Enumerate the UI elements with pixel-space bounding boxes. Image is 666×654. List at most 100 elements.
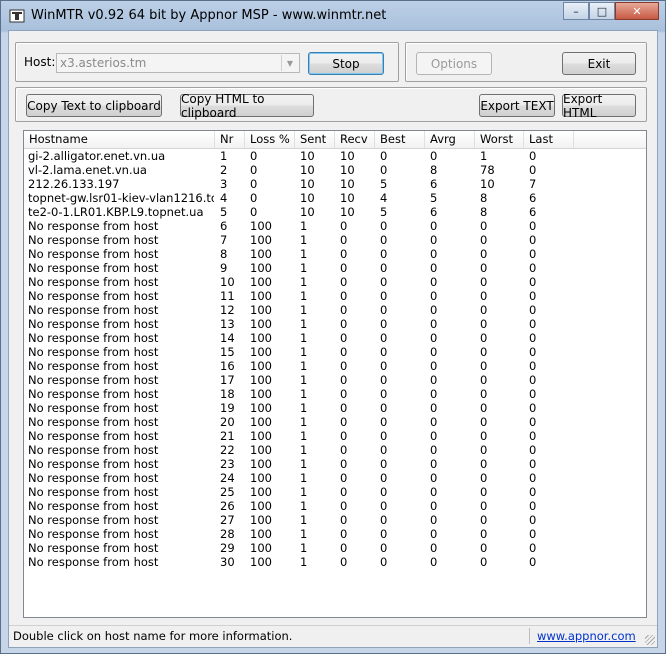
table-cell: 100 <box>250 513 272 527</box>
column-header-best[interactable]: Best <box>375 131 425 148</box>
appnor-link[interactable]: www.appnor.com <box>537 629 636 643</box>
column-header-last[interactable]: Last <box>524 131 574 148</box>
table-row[interactable]: No response from host 17 100 1 0 0 0 0 0 <box>24 373 646 387</box>
table-row[interactable]: No response from host 15 100 1 0 0 0 0 0 <box>24 345 646 359</box>
table-cell: 1 <box>300 485 308 499</box>
table-row[interactable]: No response from host 14 100 1 0 0 0 0 0 <box>24 331 646 345</box>
table-cell: 0 <box>529 457 537 471</box>
table-row[interactable]: No response from host 24 100 1 0 0 0 0 0 <box>24 471 646 485</box>
title-bar[interactable]: WinMTR v0.92 64 bit by Appnor MSP - www.… <box>1 1 665 31</box>
table-row[interactable]: gi-2.alligator.enet.vn.ua 1 0 10 10 0 0 1 0 <box>24 149 646 163</box>
results-table[interactable]: Hostname Nr Loss % Sent Recv Best Avrg Worst Las… <box>23 130 647 618</box>
table-cell: vl-2.lama.enet.vn.ua <box>28 163 147 177</box>
export-text-button[interactable]: Export TEXT <box>479 94 555 117</box>
resize-grip-icon[interactable] <box>645 635 655 645</box>
host-combobox[interactable]: x3.asterios.tm ▼ <box>56 53 300 73</box>
column-header-worst[interactable]: Worst <box>475 131 524 148</box>
table-cell: No response from host <box>28 415 159 429</box>
table-cell: 0 <box>340 261 348 275</box>
table-cell: 100 <box>250 275 272 289</box>
column-header-recv[interactable]: Recv <box>335 131 375 148</box>
table-row[interactable]: No response from host 19 100 1 0 0 0 0 0 <box>24 401 646 415</box>
table-cell: 3 <box>220 177 228 191</box>
table-cell: 0 <box>480 387 488 401</box>
table-cell: No response from host <box>28 443 159 457</box>
table-row[interactable]: No response from host 23 100 1 0 0 0 0 0 <box>24 457 646 471</box>
table-cell: 0 <box>380 289 388 303</box>
column-header-loss[interactable]: Loss % <box>245 131 295 148</box>
table-row[interactable]: No response from host 6 100 1 0 0 0 0 0 <box>24 219 646 233</box>
table-row[interactable]: No response from host 16 100 1 0 0 0 0 0 <box>24 359 646 373</box>
stop-button[interactable]: Stop <box>308 52 384 75</box>
table-cell: 0 <box>250 205 258 219</box>
table-cell: No response from host <box>28 317 159 331</box>
export-html-button[interactable]: Export HTML <box>562 92 636 120</box>
table-cell: 2 <box>220 163 228 177</box>
table-cell: 6 <box>529 205 537 219</box>
table-cell: 0 <box>430 415 438 429</box>
minimize-button[interactable]: – <box>563 2 589 20</box>
table-cell: No response from host <box>28 359 159 373</box>
table-cell: 0 <box>480 485 488 499</box>
copy-html-button[interactable]: Copy HTML to clipboard <box>180 92 314 120</box>
table-row[interactable]: No response from host 30 100 1 0 0 0 0 0 <box>24 555 646 569</box>
table-cell: 0 <box>380 527 388 541</box>
table-cell: 0 <box>340 303 348 317</box>
table-cell: 25 <box>220 485 235 499</box>
table-row[interactable]: 212.26.133.197 3 0 10 10 5 6 10 7 <box>24 177 646 191</box>
options-button[interactable]: Options <box>416 52 492 75</box>
status-hint: Double click on host name for more infor… <box>13 629 293 643</box>
table-cell: 0 <box>380 275 388 289</box>
table-cell: 21 <box>220 429 235 443</box>
maximize-button[interactable]: □ <box>589 2 615 20</box>
table-cell: 0 <box>380 373 388 387</box>
host-value: x3.asterios.tm <box>60 56 147 70</box>
table-cell: 0 <box>529 247 537 261</box>
table-cell: 6 <box>220 219 228 233</box>
table-cell: 10 <box>300 205 315 219</box>
table-cell: 0 <box>480 303 488 317</box>
table-row[interactable]: No response from host 9 100 1 0 0 0 0 0 <box>24 261 646 275</box>
table-cell: 0 <box>340 233 348 247</box>
table-row[interactable]: No response from host 12 100 1 0 0 0 0 0 <box>24 303 646 317</box>
table-row[interactable]: No response from host 22 100 1 0 0 0 0 0 <box>24 443 646 457</box>
table-row[interactable]: No response from host 20 100 1 0 0 0 0 0 <box>24 415 646 429</box>
table-cell: 27 <box>220 513 235 527</box>
table-cell: 1 <box>300 527 308 541</box>
table-row[interactable]: No response from host 27 100 1 0 0 0 0 0 <box>24 513 646 527</box>
table-row[interactable]: No response from host 29 100 1 0 0 0 0 0 <box>24 541 646 555</box>
table-cell: 10 <box>340 177 355 191</box>
copy-text-button[interactable]: Copy Text to clipboard <box>26 94 162 117</box>
column-header-nr[interactable]: Nr <box>215 131 245 148</box>
column-header-avrg[interactable]: Avrg <box>425 131 475 148</box>
table-row[interactable]: No response from host 10 100 1 0 0 0 0 0 <box>24 275 646 289</box>
table-cell: 100 <box>250 387 272 401</box>
table-cell: 100 <box>250 499 272 513</box>
column-header-sent[interactable]: Sent <box>295 131 335 148</box>
table-row[interactable]: vl-2.lama.enet.vn.ua 2 0 10 10 0 8 78 0 <box>24 163 646 177</box>
table-row[interactable]: No response from host 13 100 1 0 0 0 0 0 <box>24 317 646 331</box>
close-button[interactable]: ✕ <box>615 2 659 20</box>
table-row[interactable]: te2-0-1.LR01.KBP.L9.topnet.ua 5 0 10 10 5 6 8 6 <box>24 205 646 219</box>
exit-button[interactable]: Exit <box>562 52 636 75</box>
table-row[interactable]: No response from host 11 100 1 0 0 0 0 0 <box>24 289 646 303</box>
table-row[interactable]: No response from host 25 100 1 0 0 0 0 0 <box>24 485 646 499</box>
table-cell: 0 <box>480 443 488 457</box>
table-cell: 6 <box>430 205 438 219</box>
table-cell: 19 <box>220 401 235 415</box>
table-row[interactable]: No response from host 18 100 1 0 0 0 0 0 <box>24 387 646 401</box>
table-cell: No response from host <box>28 499 159 513</box>
table-cell: 0 <box>430 317 438 331</box>
table-row[interactable]: No response from host 26 100 1 0 0 0 0 0 <box>24 499 646 513</box>
table-cell: 1 <box>300 303 308 317</box>
column-header-hostname[interactable]: Hostname <box>24 131 215 148</box>
table-row[interactable]: No response from host 8 100 1 0 0 0 0 0 <box>24 247 646 261</box>
table-cell: 0 <box>430 149 438 163</box>
chevron-down-icon[interactable]: ▼ <box>281 55 298 71</box>
table-cell: No response from host <box>28 289 159 303</box>
table-row[interactable]: No response from host 28 100 1 0 0 0 0 0 <box>24 527 646 541</box>
table-row[interactable]: No response from host 21 100 1 0 0 0 0 0 <box>24 429 646 443</box>
table-cell: 30 <box>220 555 235 569</box>
table-row[interactable]: topnet-gw.lsr01-kiev-vlan1216.top.ne... 4… <box>24 191 646 205</box>
table-row[interactable]: No response from host 7 100 1 0 0 0 0 0 <box>24 233 646 247</box>
